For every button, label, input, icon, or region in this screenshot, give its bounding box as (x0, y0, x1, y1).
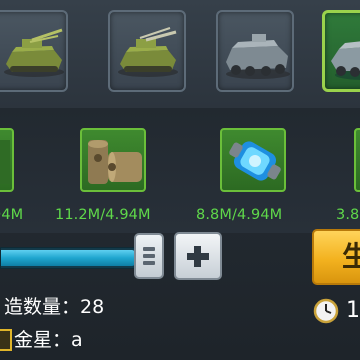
bullets-icon (88, 140, 142, 184)
plus-icon-vertical (194, 246, 201, 267)
resource-amount-1: 94M (0, 207, 24, 223)
tank-variant-1-icon (4, 28, 64, 77)
resource-partial-icon (0, 140, 10, 184)
slider-handle[interactable] (134, 233, 164, 279)
resource-cost-bar (0, 108, 360, 233)
build-count-label: 造数量：28 (4, 296, 105, 318)
vehicle-slot-3[interactable] (216, 10, 294, 92)
rank-badge-icon (0, 329, 12, 351)
vehicle-slot-4-selected[interactable] (322, 10, 360, 92)
resource-partial-icon-right (356, 130, 360, 192)
resource-tile-1 (0, 128, 14, 192)
armored-car-icon (226, 34, 290, 79)
quantity-slider[interactable] (0, 247, 146, 269)
grip-line (143, 254, 155, 258)
resource-amount-2: 11.2M/4.94M (55, 207, 151, 223)
clock-icon (313, 298, 339, 324)
increase-quantity-button[interactable] (174, 232, 222, 280)
resource-tile-2 (80, 128, 146, 192)
slider-fill (1, 250, 135, 266)
selected-vehicle-icon (331, 41, 360, 80)
build-time-text: 1 (346, 298, 360, 323)
resource-amount-3: 8.8M/4.94M (196, 207, 283, 223)
resource-tile-4 (354, 128, 360, 192)
production-panel: 94M 11.2M/4.94M 8.8M/4.94M 3.8 生 造数量：28 … (0, 0, 360, 360)
vehicle-slot-1[interactable] (0, 10, 68, 92)
resource-amount-4: 3.8 (336, 207, 360, 223)
rank-label: 金星：a (14, 329, 83, 351)
grip-line (143, 261, 155, 265)
energy-capsule-icon (229, 141, 281, 181)
grip-line (143, 247, 155, 251)
build-button-label: 生 (342, 240, 360, 274)
build-button[interactable]: 生 (312, 229, 360, 285)
tank-variant-2-icon (118, 27, 178, 77)
resource-tile-3 (220, 128, 286, 192)
vehicle-slot-2[interactable] (108, 10, 186, 92)
